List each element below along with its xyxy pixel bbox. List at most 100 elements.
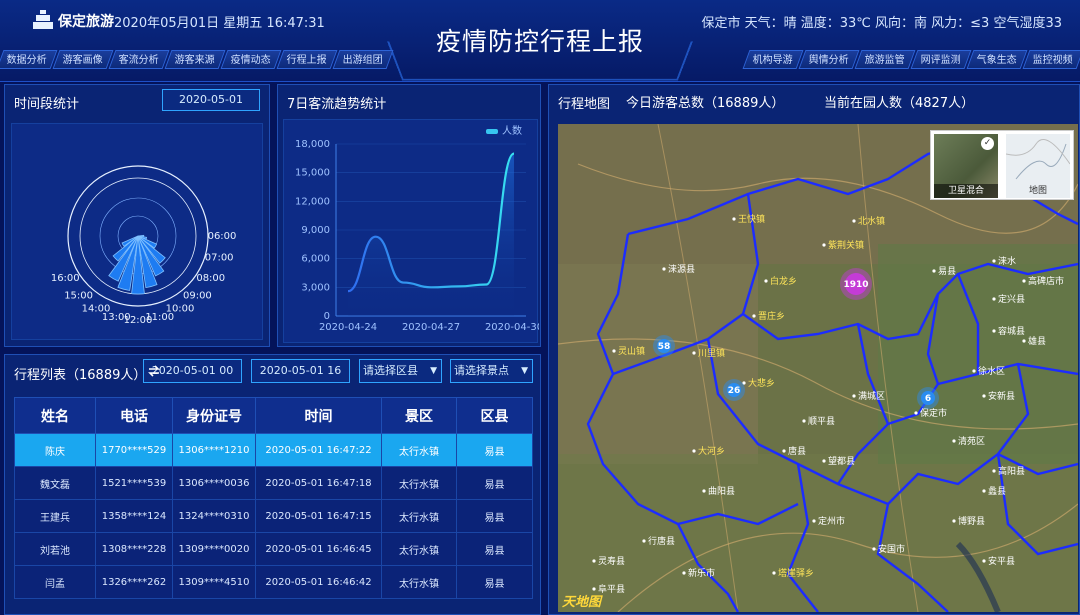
cell-phone: 1308****228	[95, 532, 173, 566]
cluster-marker-large[interactable]: 1910	[840, 268, 872, 300]
place-dot	[592, 559, 596, 563]
nav-right: 机构导游 舆情分析 旅游监管 网评监测 气象生态 监控视频	[742, 50, 1080, 69]
nav-item-supervision[interactable]: 旅游监管	[854, 50, 916, 69]
y-tick-label: 6,000	[301, 254, 330, 265]
cell-district: 易县	[456, 433, 533, 467]
time-date-picker[interactable]: 2020-05-01	[162, 89, 260, 111]
place-label: 容城县	[998, 325, 1025, 337]
nav-item-epidemic[interactable]: 疫情动态	[220, 50, 282, 69]
svg-text:6: 6	[925, 394, 931, 404]
place-dot	[872, 547, 876, 551]
map-watermark: 天地图	[562, 594, 603, 610]
cell-time: 2020-05-01 16:47:22	[255, 433, 382, 467]
place-label: 涞源县	[668, 264, 695, 275]
nav-item-public-opinion[interactable]: 舆情分析	[798, 50, 860, 69]
cell-time: 2020-05-01 16:47:18	[255, 466, 382, 500]
y-tick-label: 15,000	[295, 168, 330, 179]
place-dot	[732, 217, 736, 221]
place-label: 灵山镇	[618, 345, 645, 357]
place-label: 王快镇	[738, 213, 765, 225]
col-header-phone[interactable]: 电话	[95, 397, 173, 434]
nav-item-data-analysis[interactable]: 数据分析	[0, 50, 58, 69]
place-dot	[972, 369, 976, 373]
col-header-time[interactable]: 时间	[255, 397, 382, 434]
place-label: 大悲乡	[748, 377, 775, 389]
swap-icon[interactable]	[146, 363, 162, 379]
place-label: 顺平县	[808, 416, 835, 427]
cell-name: 闫孟	[14, 565, 96, 599]
table-row[interactable]: 刘若池 1308****228 1309****0020 2020-05-01 …	[14, 532, 533, 566]
spot-select[interactable]: 请选择景点 ▼	[450, 359, 533, 383]
cluster-marker[interactable]: 6	[917, 387, 939, 409]
nav-item-trip-report[interactable]: 行程上报	[276, 50, 338, 69]
place-label: 塔崖驿乡	[778, 567, 814, 579]
cell-district: 易县	[456, 499, 533, 533]
cell-name: 陈庆	[14, 433, 96, 467]
layer-satellite-label: 卫星混合	[934, 184, 998, 198]
col-header-id[interactable]: 身份证号	[172, 397, 256, 434]
place-dot	[1022, 279, 1026, 283]
place-label: 安新县	[988, 390, 1015, 402]
place-label: 大河乡	[698, 445, 725, 457]
place-label: 雄县	[1028, 335, 1046, 347]
nav-item-traffic-analysis[interactable]: 客流分析	[108, 50, 170, 69]
place-dot	[752, 314, 756, 318]
svg-text:26: 26	[728, 386, 741, 396]
polar-label: 14:00	[82, 304, 111, 315]
table-row[interactable]: 陈庆 1770****529 1306****1210 2020-05-01 1…	[14, 433, 533, 467]
col-header-district[interactable]: 区县	[456, 397, 533, 434]
map-view[interactable]: 涞水 易县 涞源县 阜平县 曲阳县 唐县 顺平县 满城区 保定市 徐水区 定兴县 高碑店市 雄县 容城县安…	[558, 124, 1078, 612]
x-tick-label: 2020-04-30	[485, 322, 539, 333]
cell-district: 易县	[456, 565, 533, 599]
legend-swatch	[486, 129, 498, 134]
nav-item-video-monitor[interactable]: 监控视频	[1022, 50, 1080, 69]
place-dot	[692, 449, 696, 453]
place-dot	[642, 539, 646, 543]
table-row[interactable]: 闫孟 1326****262 1309****4510 2020-05-01 1…	[14, 565, 533, 599]
nav-item-visitor-profile[interactable]: 游客画像	[52, 50, 114, 69]
place-dot	[1022, 339, 1026, 343]
nav-item-visitor-source[interactable]: 游客来源	[164, 50, 226, 69]
nav-item-weather-eco[interactable]: 气象生态	[966, 50, 1028, 69]
table-row[interactable]: 魏文磊 1521****539 1306****0036 2020-05-01 …	[14, 466, 533, 500]
cell-spot: 太行水镇	[381, 565, 457, 599]
col-header-name[interactable]: 姓名	[14, 397, 96, 434]
cluster-marker[interactable]: 26	[723, 379, 745, 401]
cell-phone: 1521****539	[95, 466, 173, 500]
svg-text:1910: 1910	[843, 280, 868, 290]
cluster-marker[interactable]: 58	[653, 335, 675, 357]
place-label: 高碑店市	[1028, 275, 1064, 287]
place-label: 晋庄乡	[758, 310, 785, 322]
district-select[interactable]: 请选择区县 ▼	[359, 359, 442, 383]
map-panel-title: 行程地图	[558, 97, 611, 112]
polar-chart-area: 06:00 07:00 08:00 09:00 10:00 11:00 12:00 13:00…	[11, 123, 263, 340]
check-icon: ✓	[981, 137, 994, 150]
layer-map-option[interactable]: 地图	[1005, 134, 1071, 198]
place-label: 灵寿县	[598, 555, 625, 567]
place-dot	[702, 489, 706, 493]
place-dot	[992, 259, 996, 263]
nav-left: 数据分析 游客画像 客流分析 游客来源 疫情动态 行程上报 出游组团	[0, 50, 394, 69]
cell-district: 易县	[456, 466, 533, 500]
end-time-picker[interactable]: 2020-05-01 16	[251, 359, 350, 383]
nav-item-group-tour[interactable]: 出游组团	[332, 50, 394, 69]
place-dot	[932, 269, 936, 273]
place-dot	[852, 219, 856, 223]
y-tick-label: 9,000	[301, 225, 330, 236]
layer-map-label: 地图	[1028, 186, 1047, 196]
legend-label: 人数	[502, 124, 522, 137]
polar-label: 07:00	[205, 253, 234, 264]
table-row[interactable]: 王建兵 1358****124 1324****0310 2020-05-01 …	[14, 499, 533, 533]
trip-table: 姓名 电话 身份证号 时间 景区 区县 陈庆 1770****529 1306*…	[14, 397, 533, 599]
place-dot	[914, 411, 918, 415]
place-dot	[662, 267, 666, 271]
col-header-spot[interactable]: 景区	[381, 397, 457, 434]
nav-item-review-monitor[interactable]: 网评监测	[910, 50, 972, 69]
place-label: 行唐县	[648, 535, 675, 547]
layer-satellite-option[interactable]: ✓ 卫星混合	[934, 134, 998, 198]
trend-chart: 0 3,000 6,000 9,000 12,000 15,000 18,000 2020-0…	[295, 124, 543, 333]
header-bar: 保定旅游 2020年05月01日 星期五 16:47:31 保定市 天气：晴 温…	[0, 0, 1080, 82]
nav-item-guides[interactable]: 机构导游	[742, 50, 804, 69]
visitor-current: 当前在园人数（4827人）	[824, 96, 975, 111]
cell-id: 1306****0036	[172, 466, 256, 500]
